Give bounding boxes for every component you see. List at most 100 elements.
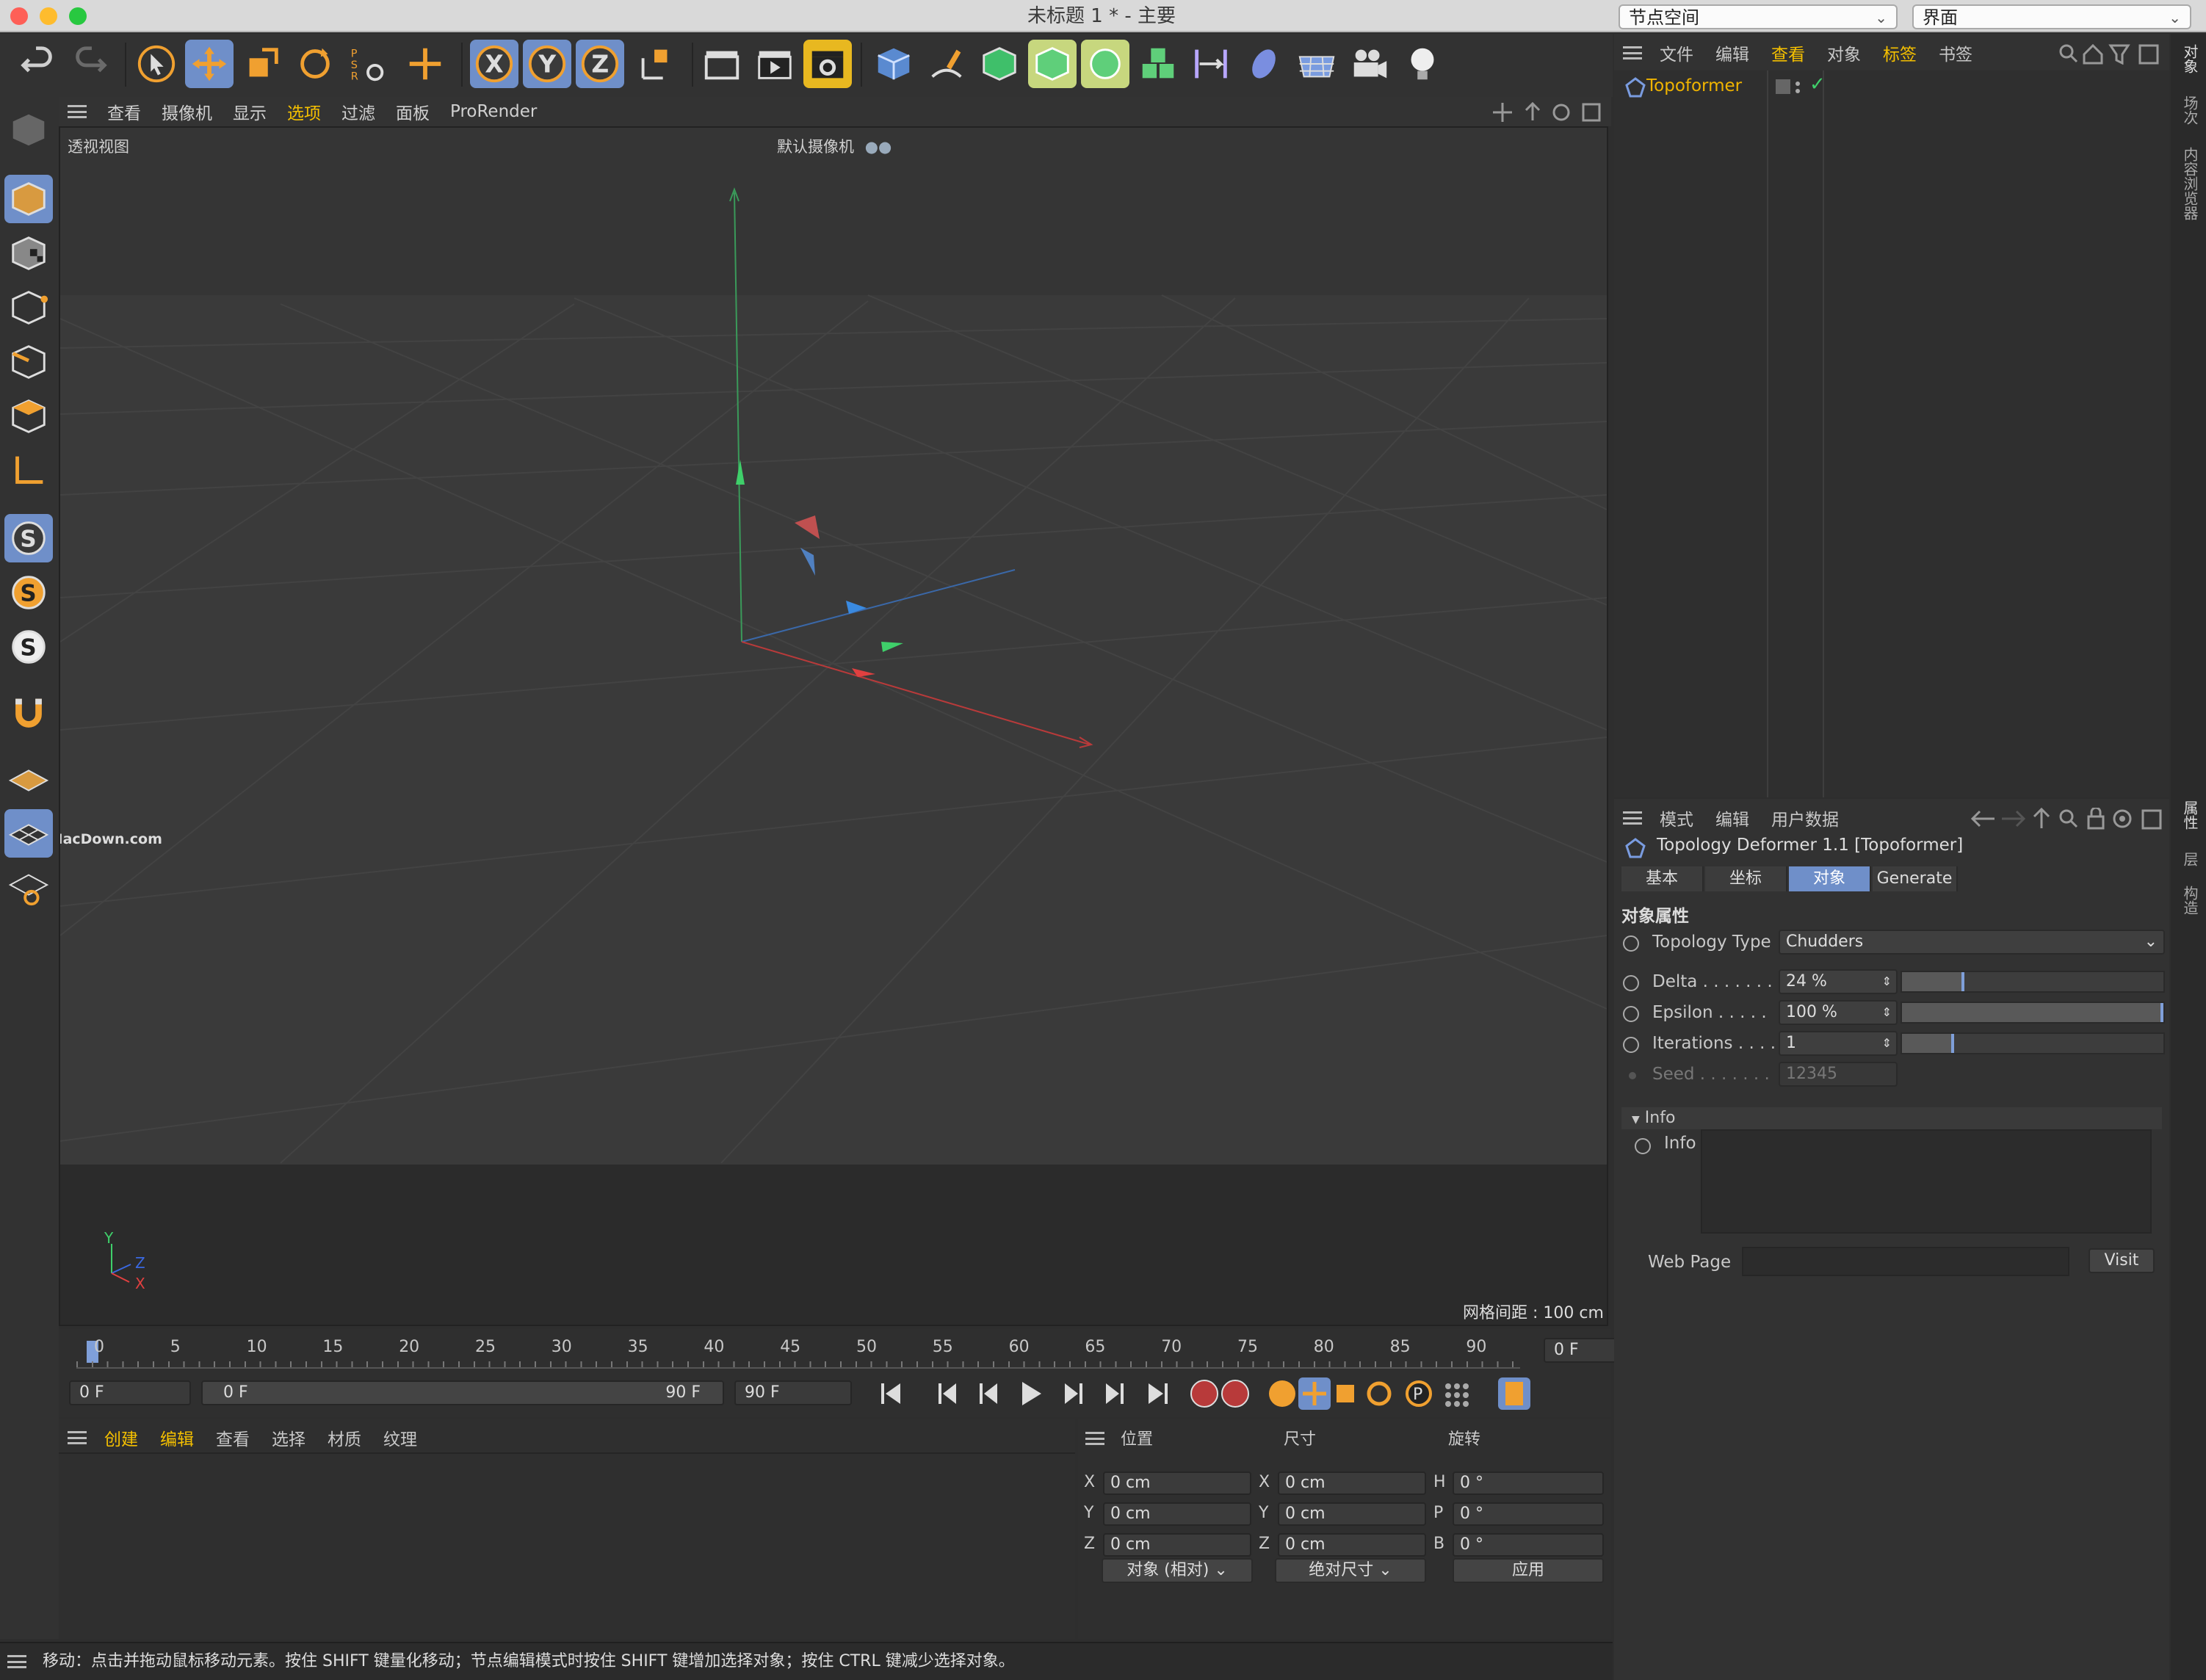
grid-plane-button[interactable] (4, 809, 53, 858)
playback-controls[interactable]: P (875, 1376, 1610, 1411)
viewport-nav-icons[interactable] (1492, 101, 1602, 123)
camera-button[interactable] (1345, 40, 1394, 88)
tab-structure-vertical[interactable]: 构造 (2180, 886, 2201, 915)
param-slider[interactable] (1901, 971, 2165, 993)
cloner-button[interactable] (1134, 40, 1182, 88)
layout-select[interactable]: 界面 ⌄ (1912, 4, 2191, 29)
rotation-field[interactable]: 0 ° (1453, 1502, 1604, 1526)
cube-object-button[interactable] (869, 40, 918, 88)
render-view-button[interactable] (698, 40, 746, 88)
timeline-ruler[interactable]: 0 5 10 15 20 25 30 35 40 45 50 55 60 65 70 75 80 85 90 (76, 1335, 1520, 1376)
apply-button[interactable]: 应用 (1453, 1558, 1604, 1583)
vp-menu-prorender[interactable]: ProRender (450, 102, 537, 121)
model-mode-button[interactable] (4, 175, 53, 223)
position-field[interactable]: 0 cm (1103, 1533, 1251, 1557)
tab-generate[interactable]: Generate (1873, 866, 1958, 891)
visit-button[interactable]: Visit (2089, 1248, 2155, 1273)
size-field[interactable]: 0 cm (1278, 1471, 1426, 1495)
world-move-button[interactable] (401, 40, 449, 88)
position-field[interactable]: 0 cm (1103, 1471, 1251, 1495)
animate-toggle-icon[interactable] (1623, 1006, 1639, 1022)
mat-menu-texture[interactable]: 纹理 (383, 1425, 417, 1450)
field-button[interactable] (1240, 40, 1288, 88)
om-toolbar-icons[interactable] (2058, 43, 2165, 65)
om-menu-view[interactable]: 查看 (1771, 40, 1805, 65)
tab-basic[interactable]: 基本 (1621, 866, 1704, 891)
tab-coord[interactable]: 坐标 (1705, 866, 1787, 891)
start-frame-field[interactable]: 0 F (69, 1380, 191, 1405)
coordinate-system-button[interactable] (632, 40, 680, 88)
hamburger-menu-icon[interactable] (1623, 46, 1642, 59)
mat-menu-view[interactable]: 查看 (216, 1425, 250, 1450)
recent-tool-button[interactable]: PSR (344, 40, 392, 88)
param-slider[interactable] (1901, 1002, 2165, 1024)
locked-workplane-button[interactable] (4, 863, 53, 912)
param-slider[interactable] (1901, 1032, 2165, 1054)
vp-menu-panel[interactable]: 面板 (396, 99, 430, 124)
am-menu-edit[interactable]: 编辑 (1715, 805, 1749, 830)
undo-button[interactable] (13, 40, 62, 88)
om-menu-tags[interactable]: 标签 (1883, 40, 1917, 65)
vp-menu-filter[interactable]: 过滤 (341, 99, 375, 124)
mograph-button[interactable] (1081, 40, 1129, 88)
3d-viewport[interactable]: 透视视图 默认摄像机 ●● www.MacDown.com Y Z X 网格间距… (59, 126, 1608, 1326)
hamburger-menu-icon[interactable] (7, 1655, 26, 1668)
animate-toggle-icon[interactable] (1623, 1037, 1639, 1053)
tab-content-browser-vertical[interactable]: 内容浏览器 (2180, 147, 2201, 220)
info-textarea[interactable] (1701, 1129, 2152, 1234)
object-row-topoformer[interactable]: Topoformer ✓ (1617, 70, 2166, 103)
close-window-button[interactable] (10, 7, 28, 25)
minimize-window-button[interactable] (40, 7, 57, 25)
size-field[interactable]: 0 cm (1278, 1533, 1426, 1557)
tab-objects-vertical[interactable]: 对象 (2180, 44, 2201, 73)
om-menu-object[interactable]: 对象 (1827, 40, 1861, 65)
param-value-field[interactable]: 24 % ⇕ (1779, 969, 1898, 994)
vp-menu-view[interactable]: 查看 (107, 99, 141, 124)
workplane-button[interactable] (4, 755, 53, 803)
am-menu-mode[interactable]: 模式 (1660, 805, 1693, 830)
coord-mode-select[interactable]: 对象 (相对) ⌄ (1102, 1558, 1253, 1583)
solo-button[interactable]: S (4, 514, 53, 562)
hamburger-menu-icon[interactable] (1623, 811, 1642, 825)
zoom-window-button[interactable] (69, 7, 87, 25)
hamburger-menu-icon[interactable] (68, 105, 87, 118)
hamburger-menu-icon[interactable] (1085, 1432, 1104, 1445)
generator-button[interactable] (1028, 40, 1077, 88)
y-axis-lock-button[interactable]: Y (523, 40, 571, 88)
param-value-field[interactable]: 100 % ⇕ (1779, 1000, 1898, 1025)
topology-type-select[interactable]: Chudders ⌄ (1779, 930, 2165, 955)
mat-menu-material[interactable]: 材质 (328, 1425, 361, 1450)
axis-mode-button[interactable] (4, 446, 53, 495)
mat-menu-create[interactable]: 创建 (104, 1425, 138, 1450)
solo-hierarchy-button[interactable]: S (4, 568, 53, 617)
polygon-mode-button[interactable] (4, 392, 53, 441)
animate-toggle-icon[interactable] (1623, 935, 1639, 952)
live-select-button[interactable] (132, 40, 181, 88)
preview-range-slider[interactable]: 0 F 90 F (201, 1380, 724, 1405)
x-axis-lock-button[interactable]: X (470, 40, 518, 88)
snap-button[interactable] (4, 689, 53, 737)
om-menu-bookmarks[interactable]: 书签 (1939, 40, 1972, 65)
render-settings-button[interactable] (803, 40, 852, 88)
enabled-check-icon[interactable]: ✓ (1809, 73, 1826, 95)
rotation-field[interactable]: 0 ° (1453, 1471, 1604, 1495)
edge-mode-button[interactable] (4, 338, 53, 386)
render-picture-viewer-button[interactable] (751, 40, 799, 88)
slider-handle[interactable] (2160, 1003, 2163, 1022)
scale-tool-button[interactable] (238, 40, 286, 88)
point-mode-button[interactable] (4, 283, 53, 332)
deformer-button[interactable] (1187, 40, 1235, 88)
mat-menu-edit[interactable]: 编辑 (160, 1425, 194, 1450)
vp-menu-display[interactable]: 显示 (233, 99, 267, 124)
solo-off-button[interactable]: S (4, 623, 53, 671)
pen-spline-button[interactable] (922, 40, 971, 88)
slider-handle[interactable] (1961, 972, 1965, 991)
make-editable-button[interactable] (4, 106, 53, 154)
rotate-tool-button[interactable] (291, 40, 339, 88)
position-field[interactable]: 0 cm (1103, 1502, 1251, 1526)
vp-menu-cameras[interactable]: 摄像机 (162, 99, 212, 124)
redo-button[interactable] (66, 40, 115, 88)
end-frame-field[interactable]: 90 F (734, 1380, 852, 1405)
size-mode-select[interactable]: 绝对尺寸 ⌄ (1275, 1558, 1426, 1583)
tab-object[interactable]: 对象 (1789, 866, 1871, 891)
